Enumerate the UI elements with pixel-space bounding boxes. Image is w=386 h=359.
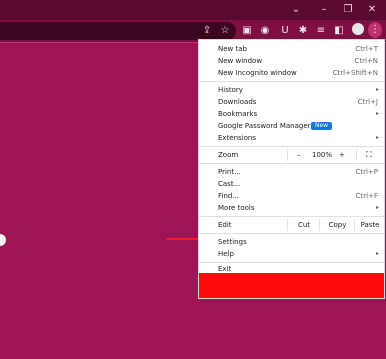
- fullscreen-icon[interactable]: ⛶: [366, 149, 372, 161]
- submenu-arrow-icon: ▸: [375, 86, 379, 93]
- menu-item-cast[interactable]: Cast...: [199, 178, 384, 190]
- sidebar-icon[interactable]: ◧: [332, 23, 346, 39]
- menu-label: Downloads: [218, 98, 257, 106]
- menu-label: New window: [218, 57, 263, 65]
- menu-item-bookmarks[interactable]: Bookmarks ▸: [199, 108, 384, 120]
- menu-item-extensions[interactable]: Extensions ▸: [199, 132, 384, 144]
- menu-label: Find...: [218, 192, 240, 200]
- avatar[interactable]: [352, 23, 364, 35]
- new-badge: New: [311, 122, 333, 130]
- menu-separator: [199, 81, 384, 82]
- menu-separator: [199, 163, 384, 164]
- restore-button[interactable]: ❐: [338, 2, 358, 18]
- menu-item-edit: Edit Cut Copy Paste: [199, 219, 384, 231]
- menu-label: Zoom: [218, 151, 239, 159]
- menu-item-find[interactable]: Find... Ctrl+F: [199, 190, 384, 202]
- submenu-arrow-icon: ▸: [375, 204, 379, 211]
- extension-icon[interactable]: ▣: [240, 23, 254, 39]
- menu-separator: [199, 233, 384, 234]
- menu-shortcut: Ctrl+T: [355, 45, 378, 53]
- menu-label: Cast...: [218, 180, 241, 188]
- menu-separator: [199, 216, 384, 217]
- copy-button[interactable]: Copy: [319, 219, 355, 231]
- share-icon[interactable]: ⇪: [200, 23, 214, 39]
- chrome-menu: New tab Ctrl+T New window Ctrl+N New Inc…: [198, 39, 385, 299]
- close-button[interactable]: ✕: [362, 2, 382, 18]
- zoom-out-button[interactable]: –: [297, 149, 301, 161]
- menu-label: History: [218, 86, 243, 94]
- menu-item-new-tab[interactable]: New tab Ctrl+T: [199, 43, 384, 55]
- zoom-divider: [287, 149, 288, 161]
- cut-button[interactable]: Cut: [287, 219, 320, 231]
- menu-label: Settings: [218, 238, 247, 246]
- menu-label: More tools: [218, 204, 255, 212]
- extension-icon[interactable]: ◉: [258, 23, 272, 39]
- menu-item-zoom: Zoom – 100% + ⛶: [199, 149, 384, 161]
- menu-item-new-window[interactable]: New window Ctrl+N: [199, 55, 384, 67]
- bookmark-star-icon[interactable]: ☆: [218, 23, 232, 39]
- cursor-dot: [0, 234, 6, 246]
- menu-item-more-tools[interactable]: More tools ▸: [199, 202, 384, 214]
- menu-label: New tab: [218, 45, 247, 53]
- menu-label: Google Password Manager: [218, 122, 311, 130]
- menu-label: Edit: [218, 221, 232, 229]
- tab-search-chevron-icon[interactable]: ⌄: [286, 2, 306, 18]
- menu-label: Print...: [218, 168, 241, 176]
- menu-label: Bookmarks: [218, 110, 258, 118]
- zoom-level: 100%: [312, 151, 333, 159]
- menu-item-downloads[interactable]: Downloads Ctrl+J: [199, 96, 384, 108]
- menu-separator: [199, 146, 384, 147]
- playlist-icon[interactable]: ≡: [314, 23, 328, 39]
- zoom-divider: [356, 149, 357, 161]
- highlight-box: [199, 273, 384, 298]
- paste-button[interactable]: Paste: [354, 219, 385, 231]
- menu-shortcut: Ctrl+N: [354, 57, 378, 65]
- submenu-arrow-icon: ▸: [375, 250, 379, 257]
- submenu-arrow-icon: ▸: [375, 110, 379, 117]
- zoom-in-button[interactable]: +: [339, 149, 345, 161]
- minimize-button[interactable]: –: [314, 2, 334, 18]
- menu-label: Help: [218, 250, 234, 258]
- menu-item-history[interactable]: History ▸: [199, 84, 384, 96]
- submenu-arrow-icon: ▸: [375, 134, 379, 141]
- menu-label: Extensions: [218, 134, 257, 142]
- menu-item-help[interactable]: Help ▸: [199, 248, 384, 260]
- menu-label: New Incognito window: [218, 69, 297, 77]
- menu-shortcut: Ctrl+Shift+N: [332, 69, 378, 77]
- menu-shortcut: Ctrl+J: [357, 98, 378, 106]
- menu-item-settings[interactable]: Settings: [199, 236, 384, 248]
- menu-shortcut: Ctrl+F: [355, 192, 378, 200]
- extension-icon[interactable]: U: [278, 23, 292, 39]
- menu-item-print[interactable]: Print... Ctrl+P: [199, 166, 384, 178]
- menu-item-password-manager[interactable]: Google Password Manager New: [199, 120, 384, 132]
- kebab-menu-icon[interactable]: ⋮: [368, 22, 382, 38]
- menu-item-new-incognito[interactable]: New Incognito window Ctrl+Shift+N: [199, 67, 384, 79]
- puzzle-icon[interactable]: ✱: [296, 23, 310, 39]
- menu-shortcut: Ctrl+P: [355, 168, 378, 176]
